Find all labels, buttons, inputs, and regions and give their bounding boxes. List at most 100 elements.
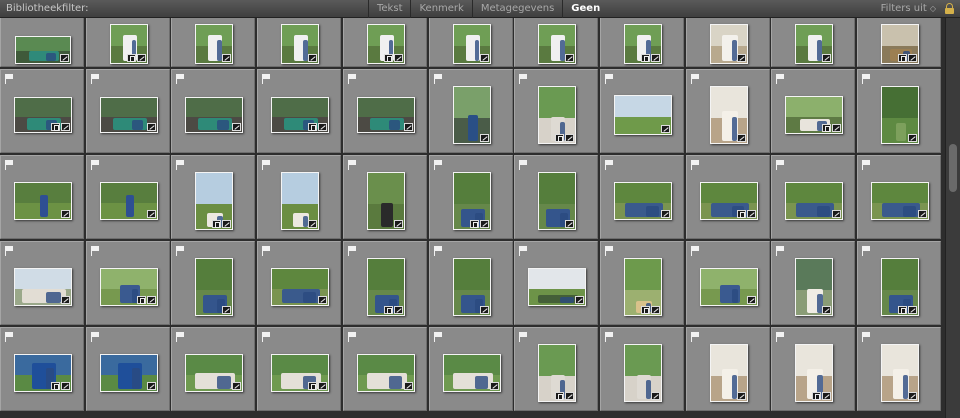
develop-edit-icon[interactable]: [308, 54, 318, 62]
crop-icon[interactable]: [640, 54, 650, 62]
thumbnail-cell[interactable]: [857, 155, 941, 239]
crop-icon[interactable]: [812, 392, 822, 400]
develop-edit-icon[interactable]: [403, 382, 413, 390]
develop-edit-icon[interactable]: [318, 296, 328, 304]
crop-icon[interactable]: [308, 382, 318, 390]
thumbnail-cell[interactable]: [428, 241, 513, 325]
thumbnail-cell[interactable]: [257, 69, 342, 153]
flag-icon[interactable]: [90, 246, 100, 256]
thumbnail-cell[interactable]: [171, 69, 256, 153]
scroll-thumb[interactable]: [949, 144, 957, 192]
develop-edit-icon[interactable]: [660, 125, 670, 133]
develop-edit-icon[interactable]: [822, 54, 832, 62]
thumbnail-cell[interactable]: [342, 327, 427, 411]
thumbnail-cell[interactable]: [342, 18, 427, 67]
develop-edit-icon[interactable]: [736, 392, 746, 400]
develop-edit-icon[interactable]: [393, 54, 403, 62]
develop-edit-icon[interactable]: [736, 54, 746, 62]
thumbnail-cell[interactable]: [599, 241, 684, 325]
develop-edit-icon[interactable]: [146, 296, 156, 304]
develop-edit-icon[interactable]: [136, 54, 146, 62]
flag-icon[interactable]: [262, 160, 271, 170]
crop-icon[interactable]: [136, 296, 146, 304]
develop-edit-icon[interactable]: [908, 134, 917, 142]
flag-icon[interactable]: [347, 74, 357, 84]
thumbnail-cell[interactable]: [599, 327, 684, 411]
thumbnail-cell[interactable]: [342, 155, 427, 239]
flag-icon[interactable]: [433, 160, 443, 170]
flag-icon[interactable]: [262, 332, 271, 342]
flag-icon[interactable]: [5, 160, 14, 170]
flag-icon[interactable]: [5, 246, 14, 256]
thumbnail-cell[interactable]: [771, 155, 856, 239]
flag-icon[interactable]: [262, 246, 271, 256]
thumbnail-cell[interactable]: [0, 327, 84, 411]
crop-icon[interactable]: [555, 134, 565, 142]
thumbnail-cell[interactable]: [514, 155, 599, 239]
flag-icon[interactable]: [5, 332, 14, 342]
crop-icon[interactable]: [736, 210, 746, 218]
flag-icon[interactable]: [776, 74, 785, 84]
thumbnail-cell[interactable]: [685, 18, 770, 67]
develop-edit-icon[interactable]: [908, 54, 917, 62]
thumbnail-cell[interactable]: [685, 155, 770, 239]
crop-icon[interactable]: [640, 306, 650, 314]
thumbnail-cell[interactable]: [85, 155, 170, 239]
develop-edit-icon[interactable]: [222, 54, 232, 62]
develop-edit-icon[interactable]: [61, 210, 70, 218]
flag-icon[interactable]: [519, 246, 528, 256]
tab-text[interactable]: Tekst: [368, 0, 410, 18]
flag-icon[interactable]: [862, 74, 871, 84]
thumbnail-cell[interactable]: [771, 241, 856, 325]
develop-edit-icon[interactable]: [908, 392, 917, 400]
thumbnail-cell[interactable]: [857, 18, 941, 67]
flag-icon[interactable]: [690, 246, 700, 256]
thumbnail-cell[interactable]: [171, 155, 256, 239]
thumbnail-cell[interactable]: [771, 327, 856, 411]
crop-icon[interactable]: [212, 220, 222, 228]
develop-edit-icon[interactable]: [403, 123, 413, 131]
tab-attribute[interactable]: Kenmerk: [410, 0, 471, 18]
thumbnail-cell[interactable]: [857, 69, 941, 153]
flag-icon[interactable]: [776, 160, 785, 170]
develop-edit-icon[interactable]: [832, 124, 842, 132]
thumbnail-cell[interactable]: [257, 241, 342, 325]
develop-edit-icon[interactable]: [832, 210, 842, 218]
develop-edit-icon[interactable]: [746, 210, 756, 218]
flag-icon[interactable]: [519, 160, 528, 170]
thumbnail-cell[interactable]: [514, 327, 599, 411]
flag-icon[interactable]: [690, 160, 700, 170]
develop-edit-icon[interactable]: [146, 210, 156, 218]
develop-edit-icon[interactable]: [61, 123, 70, 131]
crop-icon[interactable]: [51, 382, 60, 390]
develop-edit-icon[interactable]: [146, 123, 156, 131]
crop-icon[interactable]: [51, 123, 60, 131]
flag-icon[interactable]: [90, 74, 100, 84]
develop-edit-icon[interactable]: [393, 220, 403, 228]
thumbnail-cell[interactable]: [257, 327, 342, 411]
thumbnail-cell[interactable]: [171, 241, 256, 325]
flag-icon[interactable]: [347, 246, 357, 256]
flag-icon[interactable]: [433, 74, 443, 84]
flag-icon[interactable]: [176, 160, 185, 170]
develop-edit-icon[interactable]: [918, 210, 927, 218]
develop-edit-icon[interactable]: [61, 382, 70, 390]
flag-icon[interactable]: [90, 332, 100, 342]
tab-metadata[interactable]: Metagegevens: [471, 0, 562, 18]
develop-edit-icon[interactable]: [908, 306, 917, 314]
thumbnail-cell[interactable]: [85, 327, 170, 411]
thumbnail-cell[interactable]: [685, 69, 770, 153]
thumbnail-cell[interactable]: [685, 241, 770, 325]
thumbnail-cell[interactable]: [771, 69, 856, 153]
thumbnail-cell[interactable]: [428, 69, 513, 153]
flag-icon[interactable]: [690, 332, 700, 342]
develop-edit-icon[interactable]: [479, 54, 489, 62]
develop-edit-icon[interactable]: [565, 134, 575, 142]
thumbnail-cell[interactable]: [428, 155, 513, 239]
flag-icon[interactable]: [690, 74, 700, 84]
grid-scrollbar[interactable]: [945, 18, 960, 418]
thumbnail-cell[interactable]: [857, 241, 941, 325]
thumbnail-cell[interactable]: [0, 241, 84, 325]
develop-edit-icon[interactable]: [308, 220, 318, 228]
develop-edit-icon[interactable]: [489, 382, 499, 390]
